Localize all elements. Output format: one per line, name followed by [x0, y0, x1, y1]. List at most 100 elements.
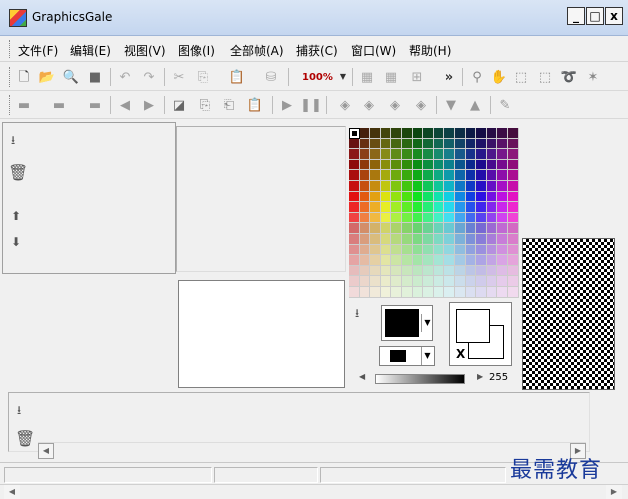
palette-swatch[interactable] — [412, 244, 424, 256]
toolbar-grip[interactable] — [9, 67, 12, 87]
palette-swatch[interactable] — [391, 202, 402, 213]
layer-edit-icon[interactable]: ✎ — [496, 96, 514, 114]
palette-swatch[interactable] — [412, 212, 424, 224]
palette-swatch[interactable] — [486, 159, 498, 171]
palette-swatch[interactable] — [455, 202, 466, 213]
palette-swatch[interactable] — [476, 287, 487, 298]
play-icon[interactable]: ▶ — [278, 96, 296, 114]
palette-swatch[interactable] — [402, 202, 413, 213]
palette-swatch[interactable] — [412, 202, 424, 213]
chevron-down-icon[interactable]: ▼ — [421, 314, 433, 332]
palette-swatch[interactable] — [508, 159, 519, 171]
palette-swatch[interactable] — [423, 255, 434, 266]
palette-swatch[interactable] — [486, 265, 498, 277]
palette-swatch[interactable] — [423, 265, 434, 277]
palette-swatch[interactable] — [455, 287, 466, 298]
palette-swatch[interactable] — [349, 223, 360, 234]
palette-swatch[interactable] — [508, 202, 519, 213]
palette-swatch[interactable] — [476, 181, 487, 192]
palette-swatch[interactable] — [476, 223, 487, 234]
palette-swatch[interactable] — [380, 149, 392, 160]
slider-left-arrow-icon[interactable]: ◀ — [359, 372, 365, 381]
prev-frame-icon[interactable]: ◀ — [116, 96, 134, 114]
zoom-level[interactable]: 100% — [302, 72, 333, 83]
palette-swatch[interactable] — [508, 244, 519, 256]
palette-swatch[interactable] — [391, 138, 402, 150]
palette-swatch[interactable] — [433, 181, 445, 192]
palette-swatch[interactable] — [380, 244, 392, 256]
palette-swatch[interactable] — [402, 223, 413, 234]
palette-swatch[interactable] — [380, 159, 392, 171]
palette-swatch[interactable] — [508, 234, 519, 245]
palette-swatch[interactable] — [370, 276, 381, 287]
palette-swatch[interactable] — [423, 128, 434, 139]
palette-swatch[interactable] — [465, 234, 477, 245]
open-folder-icon[interactable]: 📂 — [38, 68, 56, 86]
palette-swatch[interactable] — [412, 128, 424, 139]
palette-swatch[interactable] — [402, 170, 413, 181]
palette-swatch[interactable] — [497, 191, 508, 203]
palette-swatch[interactable] — [486, 244, 498, 256]
undo-icon[interactable]: ↶ — [116, 68, 134, 86]
palette-swatch[interactable] — [508, 265, 519, 277]
redo-icon[interactable]: ↷ — [140, 68, 158, 86]
palette-swatch[interactable] — [455, 276, 466, 287]
palette-swatch[interactable] — [380, 255, 392, 266]
background-color-select[interactable]: ▼ — [379, 346, 435, 366]
pin-icon[interactable]: ⭳ — [17, 401, 21, 422]
palette-swatch[interactable] — [486, 276, 498, 287]
close-button[interactable]: x — [605, 7, 623, 25]
palette-swatch[interactable] — [486, 170, 498, 181]
palette-swatch[interactable] — [465, 202, 477, 213]
palette-swatch[interactable] — [391, 191, 402, 203]
palette-swatch[interactable] — [508, 276, 519, 287]
palette-swatch[interactable] — [359, 128, 371, 139]
toolbar-grip[interactable] — [9, 95, 12, 115]
palette-swatch[interactable] — [380, 287, 392, 298]
color-palette[interactable] — [349, 128, 519, 298]
palette-swatch[interactable] — [455, 255, 466, 266]
swap-colors-label[interactable]: X — [456, 347, 465, 361]
ellipse-select-icon[interactable]: ⬚ — [536, 68, 554, 86]
palette-swatch[interactable] — [349, 202, 360, 213]
palette-swatch[interactable] — [476, 149, 487, 160]
minimize-button[interactable]: _ — [567, 7, 585, 25]
palette-swatch[interactable] — [476, 128, 487, 139]
palette-swatch[interactable] — [508, 287, 519, 298]
palette-swatch[interactable] — [402, 159, 413, 171]
tile-icon[interactable]: ⊞ — [408, 68, 426, 86]
frame-clipboard-icon[interactable]: 📋 — [246, 96, 264, 114]
palette-swatch[interactable] — [370, 170, 381, 181]
palette-swatch[interactable] — [444, 170, 455, 181]
palette-swatch[interactable] — [359, 170, 371, 181]
palette-swatch[interactable] — [433, 138, 445, 150]
palette-swatch[interactable] — [391, 234, 402, 245]
copy-icon[interactable]: ⎘ — [194, 68, 212, 86]
palette-swatch[interactable] — [486, 202, 498, 213]
palette-swatch[interactable] — [444, 212, 455, 224]
frame-copy-icon[interactable]: ⎘ — [196, 96, 214, 114]
palette-swatch[interactable] — [359, 149, 371, 160]
palette-swatch[interactable] — [455, 212, 466, 224]
bottom-scrollbar[interactable]: ◀ ▶ — [0, 484, 628, 499]
palette-swatch[interactable] — [433, 159, 445, 171]
palette-swatch[interactable] — [359, 234, 371, 245]
move-down-icon[interactable]: ▼ — [442, 96, 460, 114]
pause-icon[interactable]: ❚❚ — [300, 96, 322, 114]
palette-swatch[interactable] — [423, 138, 434, 150]
palette-swatch[interactable] — [433, 234, 445, 245]
palette-swatch[interactable] — [444, 234, 455, 245]
layer-preview-panel[interactable] — [176, 126, 346, 272]
palette-swatch[interactable] — [359, 287, 371, 298]
palette-swatch[interactable] — [486, 149, 498, 160]
palette-swatch[interactable] — [391, 265, 402, 277]
palette-swatch[interactable] — [465, 255, 477, 266]
palette-swatch[interactable] — [391, 149, 402, 160]
palette-swatch[interactable] — [497, 128, 508, 139]
palette-swatch[interactable] — [423, 212, 434, 224]
palette-swatch[interactable] — [455, 149, 466, 160]
palette-swatch[interactable] — [402, 255, 413, 266]
magnifier-icon[interactable]: ⚲ — [468, 68, 486, 86]
palette-swatch[interactable] — [349, 234, 360, 245]
menu-view[interactable]: 视图(V) — [124, 42, 166, 59]
